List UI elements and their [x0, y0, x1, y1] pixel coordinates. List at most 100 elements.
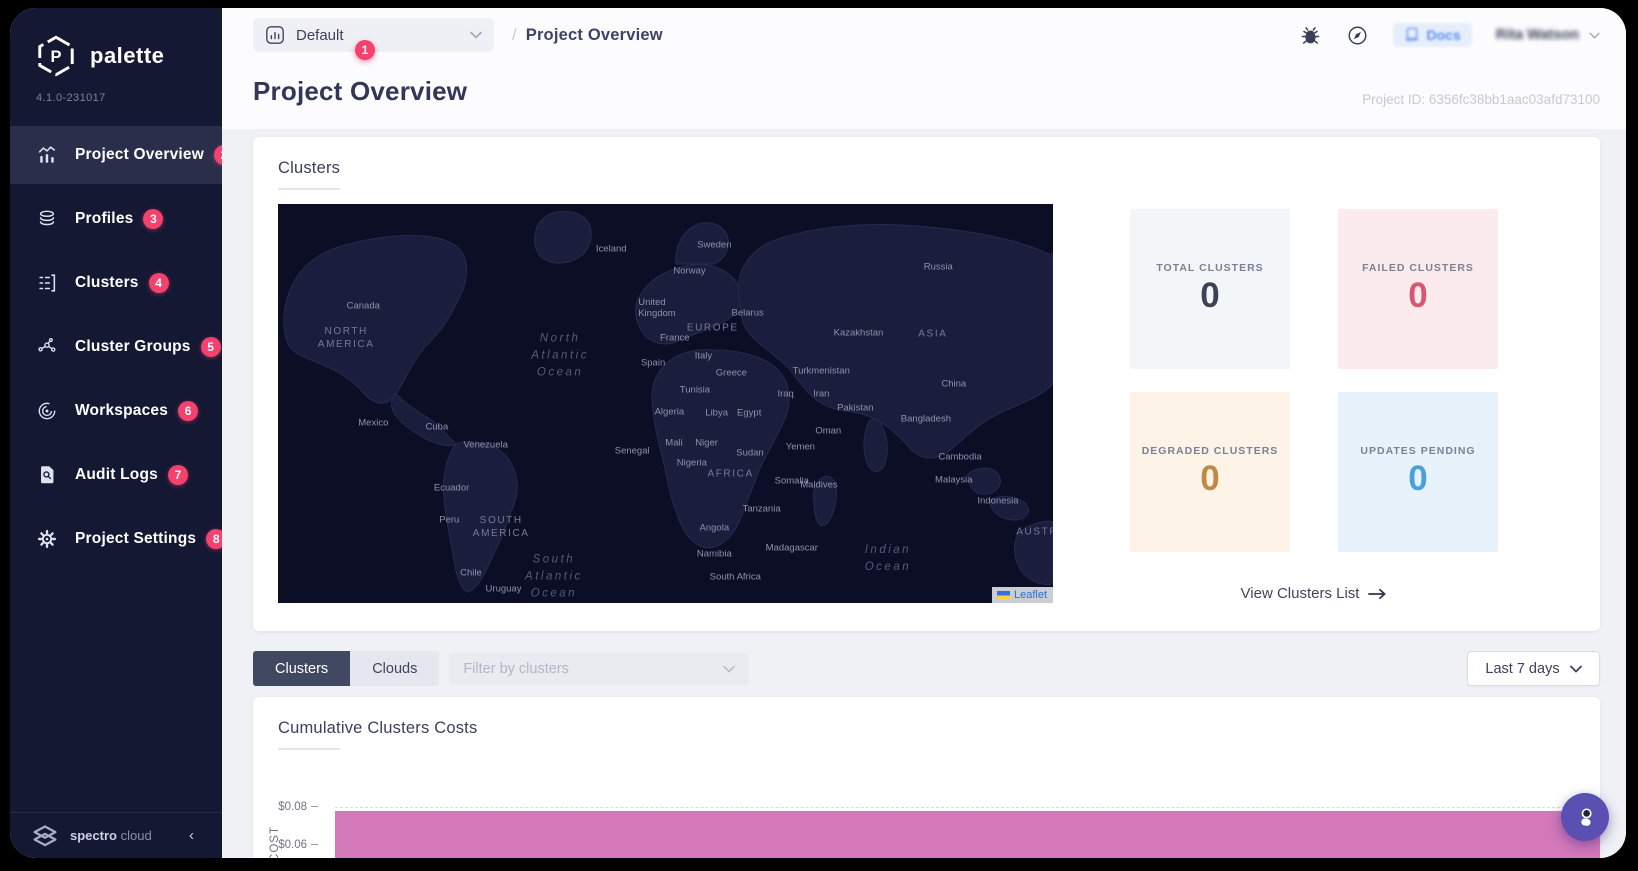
bug-report-icon[interactable]	[1299, 24, 1322, 47]
project-selector-value: Default	[296, 26, 344, 44]
title-underline	[278, 748, 340, 750]
sidebar-footer: spectro cloud ‹	[10, 812, 222, 858]
network-icon	[36, 335, 60, 359]
chevron-down-icon	[1589, 32, 1600, 39]
cost-area-series	[335, 811, 1600, 858]
clusters-map[interactable]: Iceland Sweden Norway Russia Canada United Kin…	[278, 204, 1053, 603]
user-name: Rita Watson	[1495, 27, 1579, 43]
stat-tiles: TOTAL CLUSTERS 0 FAILED CLUSTERS 0 DEGRADED …	[1130, 209, 1498, 552]
filter-by-clusters-dropdown[interactable]: Filter by clusters	[449, 652, 750, 685]
step-badge: 7	[167, 465, 188, 485]
view-clusters-list-label: View Clusters List	[1240, 585, 1360, 602]
workspace-icon	[36, 399, 60, 423]
y-tick-008: $0.08	[253, 801, 318, 813]
docs-label: Docs	[1426, 27, 1461, 43]
view-tabs: Clusters Clouds	[253, 651, 440, 686]
stat-tile-degraded-clusters: DEGRADED CLUSTERS 0	[1130, 392, 1290, 552]
stat-tile-value: 0	[1200, 276, 1220, 315]
project-id: Project ID: 6356fc38bb1aac03afd73100	[1362, 92, 1600, 107]
astronaut-icon	[1581, 808, 1592, 826]
sidebar-item-project-settings[interactable]: Project Settings 8	[10, 510, 227, 568]
breadcrumb-separator: /	[512, 25, 517, 44]
costs-card: Cumulative Clusters Costs COST $0.08 $0.…	[253, 697, 1600, 858]
stat-tile-updates-pending: UPDATES PENDING 0	[1338, 392, 1498, 552]
gridline-dashed	[335, 807, 1600, 808]
step-badge-1: 1	[355, 40, 375, 60]
arrow-right-icon	[1368, 588, 1387, 599]
tab-clouds[interactable]: Clouds	[350, 651, 440, 686]
step-badge: 5	[200, 337, 221, 357]
breadcrumb-current[interactable]: Project Overview	[526, 26, 663, 45]
title-underline	[278, 188, 340, 190]
main-area: Default 1 / Project Overview Docs Rita W…	[222, 8, 1626, 858]
sidebar-collapse-button[interactable]: ‹	[181, 823, 202, 848]
stat-tile-label: DEGRADED CLUSTERS	[1141, 445, 1279, 457]
step-badge: 6	[178, 401, 199, 421]
date-range-value: Last 7 days	[1485, 660, 1560, 677]
sidebar-item-label: Project Settings	[75, 530, 197, 547]
sidebar-nav: Project Overview2Profiles3Clusters4Clust…	[10, 126, 234, 574]
sidebar: P palette 4.1.0-231017 Project Overview2…	[10, 8, 234, 858]
tab-clusters[interactable]: Clusters	[253, 651, 351, 686]
palette-logo-icon: P	[38, 35, 74, 77]
leaflet-attribution[interactable]: Leaflet	[991, 587, 1053, 603]
topbar: Default 1 / Project Overview Docs Rita W…	[222, 8, 1626, 62]
step-badge: 3	[143, 209, 164, 229]
content: Clusters Iceland Sweden Norway Russia Ca…	[222, 129, 1626, 858]
layers-icon	[36, 207, 60, 231]
stat-tile-value: 0	[1408, 459, 1428, 498]
clusters-card-title: Clusters	[278, 159, 341, 177]
svg-text:P: P	[50, 48, 61, 66]
view-clusters-list-link[interactable]: View Clusters List	[1241, 585, 1388, 602]
stat-tile-label: TOTAL CLUSTERS	[1156, 262, 1264, 274]
version-label: 4.1.0-231017	[36, 92, 106, 104]
filter-placeholder: Filter by clusters	[463, 660, 569, 677]
list-icon	[36, 271, 60, 295]
chevron-down-icon	[470, 31, 482, 39]
sidebar-item-project-overview[interactable]: Project Overview2	[10, 126, 234, 184]
page-header: Project Overview Project ID: 6356fc38bb1…	[222, 62, 1626, 129]
sidebar-item-clusters[interactable]: Clusters 4	[10, 254, 222, 312]
sidebar-item-label: Workspaces	[75, 402, 169, 419]
chevron-down-icon	[723, 665, 736, 672]
help-compass-icon[interactable]	[1346, 24, 1369, 47]
sidebar-item-cluster-groups[interactable]: Cluster Groups 5	[10, 318, 222, 376]
audit-icon	[36, 463, 60, 487]
chevron-down-icon	[1569, 665, 1582, 673]
costs-card-title: Cumulative Clusters Costs	[278, 719, 478, 737]
user-menu[interactable]: Rita Watson	[1496, 27, 1600, 43]
y-tick-006: $0.06	[253, 839, 318, 851]
leaflet-label: Leaflet	[1013, 589, 1047, 601]
stat-tile-label: UPDATES PENDING	[1360, 445, 1476, 457]
gear-icon	[36, 527, 60, 551]
logo-row[interactable]: P palette	[10, 8, 222, 78]
breadcrumb: / Project Overview	[512, 25, 663, 45]
clusters-card: Clusters Iceland Sweden Norway Russia Ca…	[253, 137, 1600, 631]
spectro-cloud-logo-icon	[33, 824, 57, 846]
filter-bar: Clusters Clouds Filter by clusters Last 7…	[253, 651, 1600, 686]
project-selector-dropdown[interactable]: Default 1	[253, 18, 494, 60]
sidebar-item-label: Project Overview	[75, 146, 204, 163]
sidebar-item-profiles[interactable]: Profiles 3	[10, 190, 222, 248]
logo-text: palette	[90, 43, 165, 68]
stat-tile-failed-clusters: FAILED CLUSTERS 0	[1338, 209, 1498, 369]
sidebar-item-workspaces[interactable]: Workspaces 6	[10, 382, 222, 440]
assistant-fab-button[interactable]	[1561, 793, 1609, 841]
date-range-dropdown[interactable]: Last 7 days	[1467, 651, 1600, 686]
app-window: P palette 4.1.0-231017 Project Overview2…	[10, 8, 1626, 858]
cluster-stats: TOTAL CLUSTERS 0 FAILED CLUSTERS 0 DEGRADED …	[1053, 204, 1575, 603]
sidebar-item-label: Cluster Groups	[75, 338, 191, 355]
stat-tile-value: 0	[1200, 459, 1220, 498]
topbar-actions: Docs Rita Watson	[1299, 23, 1600, 47]
sidebar-item-label: Clusters	[75, 274, 139, 291]
world-map-shapes	[283, 210, 1053, 593]
book-icon	[1406, 27, 1417, 42]
stat-tile-value: 0	[1408, 276, 1428, 315]
sidebar-item-label: Profiles	[75, 210, 134, 227]
stat-tile-total-clusters: TOTAL CLUSTERS 0	[1130, 209, 1290, 369]
step-badge: 4	[148, 273, 169, 293]
project-chart-icon	[266, 26, 284, 44]
docs-button[interactable]: Docs	[1392, 23, 1472, 47]
sidebar-item-audit-logs[interactable]: Audit Logs 7	[10, 446, 222, 504]
chart-icon	[36, 143, 60, 167]
